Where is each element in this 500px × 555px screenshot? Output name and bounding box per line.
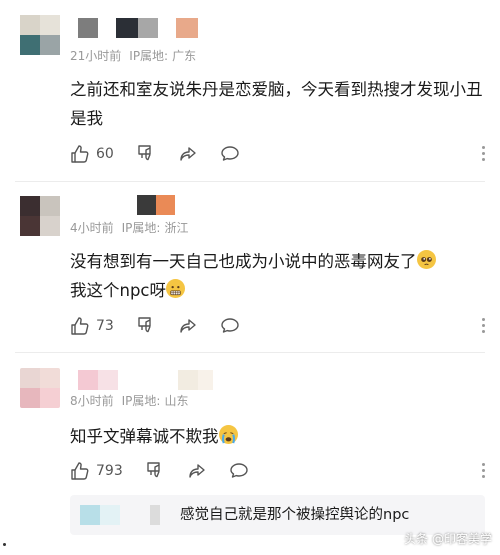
share-arrow-icon bbox=[187, 461, 207, 481]
ip-label: IP属地: bbox=[121, 221, 161, 235]
reply-button[interactable] bbox=[220, 144, 240, 164]
speech-bubble-icon bbox=[220, 144, 240, 164]
dislike-button[interactable] bbox=[136, 316, 156, 336]
reply-preview[interactable]: 感觉自己就是那个被操控舆论的npc bbox=[70, 495, 485, 535]
comment-meta: 4小时前 IP属地: 浙江 bbox=[70, 219, 188, 236]
comment-text: 之前还和室友说朱丹是恋爱脑，今天看到热搜才发现小丑是我 bbox=[70, 80, 483, 128]
avatar[interactable] bbox=[20, 368, 60, 408]
comment-3: 8小时前 IP属地: 山东 知乎文弹幕诚不欺我 793 感觉自己就是那个被操控舆… bbox=[0, 353, 500, 555]
username-pixelated[interactable] bbox=[78, 18, 198, 38]
dislike-button[interactable] bbox=[136, 144, 156, 164]
comment-1: 21小时前 IP属地: 广东 之前还和室友说朱丹是恋爱脑，今天看到热搜才发现小丑是我… bbox=[0, 0, 500, 180]
like-count: 60 bbox=[96, 146, 114, 162]
reply-button[interactable] bbox=[229, 461, 249, 481]
more-options-icon[interactable] bbox=[482, 318, 486, 333]
username-pixelated[interactable] bbox=[78, 370, 213, 390]
share-button[interactable] bbox=[178, 144, 198, 164]
ip-label: IP属地: bbox=[129, 49, 169, 63]
comment-text: 知乎文弹幕诚不欺我 bbox=[70, 422, 490, 451]
comment-meta: 8小时前 IP属地: 山东 bbox=[70, 392, 188, 409]
reply-text: 感觉自己就是那个被操控舆论的npc bbox=[180, 507, 410, 523]
thumbs-up-icon bbox=[70, 144, 90, 164]
more-options-icon[interactable] bbox=[482, 463, 486, 478]
avatar[interactable] bbox=[20, 196, 60, 236]
crying-face-icon bbox=[218, 425, 238, 444]
like-button[interactable]: 73 bbox=[70, 316, 114, 336]
like-button[interactable]: 60 bbox=[70, 144, 114, 164]
reply-button[interactable] bbox=[220, 316, 240, 336]
speech-bubble-icon bbox=[229, 461, 249, 481]
comment-text: 没有想到有一天自己也成为小说中的恶毒网友了 我这个npc呀 bbox=[70, 247, 490, 305]
share-arrow-icon bbox=[178, 144, 198, 164]
speech-bubble-icon bbox=[220, 316, 240, 336]
comment-actions: 60 bbox=[70, 143, 262, 165]
thumbs-down-icon bbox=[145, 461, 165, 481]
thumbs-down-icon bbox=[136, 316, 156, 336]
ip-location: 浙江 bbox=[164, 221, 189, 235]
ip-location: 广东 bbox=[172, 49, 197, 63]
share-arrow-icon bbox=[178, 316, 198, 336]
pleading-face-icon bbox=[416, 250, 436, 269]
edge-dot bbox=[3, 543, 6, 546]
comment-2: 4小时前 IP属地: 浙江 没有想到有一天自己也成为小说中的恶毒网友了 我这个npc… bbox=[0, 182, 500, 352]
avatar[interactable] bbox=[20, 15, 60, 55]
share-button[interactable] bbox=[178, 316, 198, 336]
comment-time: 21小时前 bbox=[70, 49, 122, 63]
reply-username-pixelated bbox=[80, 505, 160, 525]
comment-text-line2: 我这个npc呀 bbox=[70, 281, 167, 300]
thumbs-up-icon bbox=[70, 316, 90, 336]
comment-text-body: 知乎文弹幕诚不欺我 bbox=[70, 427, 219, 446]
thumbs-up-icon bbox=[70, 461, 90, 481]
grimacing-face-icon bbox=[166, 279, 186, 298]
thumbs-down-icon bbox=[136, 144, 156, 164]
comment-time: 4小时前 bbox=[70, 221, 114, 235]
ip-label: IP属地: bbox=[121, 394, 161, 408]
username-pixelated[interactable] bbox=[118, 195, 175, 215]
comment-actions: 73 bbox=[70, 315, 262, 337]
share-button[interactable] bbox=[187, 461, 207, 481]
like-count: 73 bbox=[96, 318, 114, 334]
watermark: 头条 @印客美学 bbox=[404, 532, 492, 546]
ip-location: 山东 bbox=[164, 394, 189, 408]
more-options-icon[interactable] bbox=[482, 146, 486, 161]
comment-text-line1: 没有想到有一天自己也成为小说中的恶毒网友了 bbox=[70, 252, 417, 271]
dislike-button[interactable] bbox=[145, 461, 165, 481]
comment-actions: 793 bbox=[70, 460, 271, 482]
like-count: 793 bbox=[96, 463, 123, 479]
comment-meta: 21小时前 IP属地: 广东 bbox=[70, 47, 196, 64]
comment-time: 8小时前 bbox=[70, 394, 114, 408]
like-button[interactable]: 793 bbox=[70, 461, 123, 481]
